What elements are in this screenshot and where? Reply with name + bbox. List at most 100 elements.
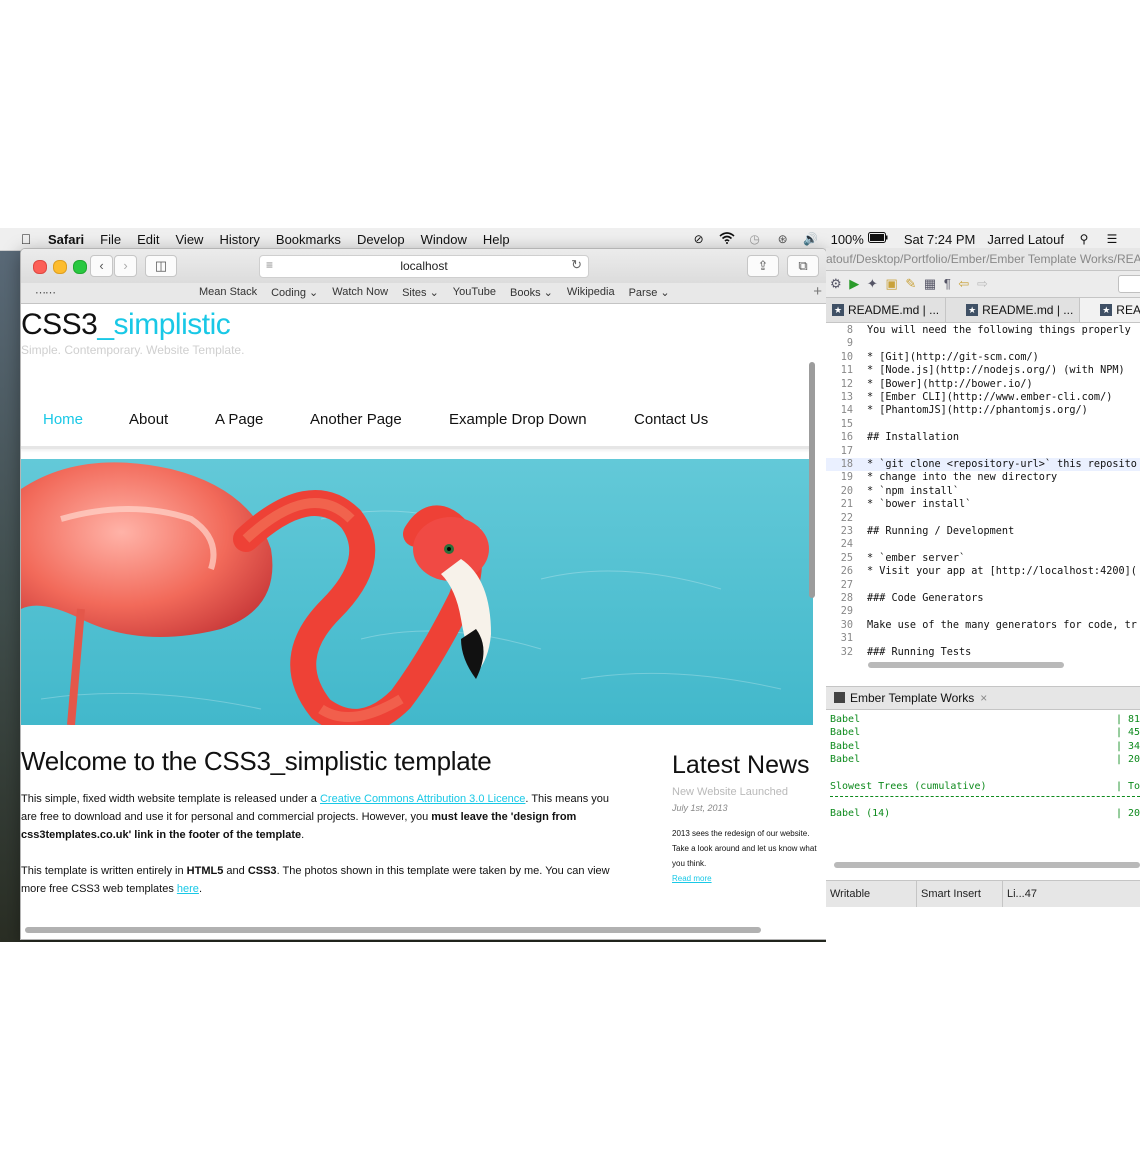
minimize-window-button[interactable]	[53, 260, 67, 274]
editor-horizontal-scrollbar[interactable]	[868, 662, 1064, 668]
menu-window[interactable]: Window	[421, 232, 467, 247]
sidebar-button[interactable]: ◫	[145, 255, 177, 277]
menu-view[interactable]: View	[176, 232, 204, 247]
favorite-sites[interactable]: Sites ⌄	[402, 286, 439, 299]
console-divider	[830, 796, 1140, 797]
toolbar-gear-icon[interactable]: ⚙	[830, 276, 844, 291]
bluetooth-icon[interactable]: ⊛	[775, 232, 791, 246]
editor-tab-1[interactable]: ★ README.md | ...	[826, 298, 947, 322]
nav-another-page[interactable]: Another Page	[310, 411, 402, 428]
tabs-button[interactable]: ⧉	[787, 255, 819, 277]
licence-link[interactable]: Creative Commons Attribution 3.0 Licence	[320, 793, 525, 805]
code-line: 24	[840, 539, 853, 551]
menu-help[interactable]: Help	[483, 232, 510, 247]
web-page: CSS3_simplistic Simple. Contemporary. We…	[21, 304, 817, 939]
console-tab[interactable]: Ember Template Works ×	[826, 686, 1140, 710]
code-line: 26 * Visit your app at [http://localhost:…	[840, 566, 1137, 578]
toolbar-doc-icon[interactable]: ▦	[924, 276, 938, 291]
code-line: 12 * [Bower](http://bower.io/)	[840, 378, 1033, 390]
wifi-icon[interactable]	[719, 232, 735, 246]
favorite-youtube[interactable]: YouTube	[453, 286, 496, 299]
tab-label: README.md | ...	[982, 303, 1074, 317]
code-line: 23 ## Running / Development	[840, 526, 1015, 537]
tab-label: README.md	[1116, 303, 1140, 317]
safari-window: ‹ › ◫ ≡ localhost ↻ ⇪ ⧉ ⋯⋯ Mean Stack Co…	[20, 248, 827, 940]
nav-example-drop-down[interactable]: Example Drop Down	[449, 411, 587, 428]
back-button[interactable]: ‹	[90, 255, 113, 277]
status-line[interactable]: Li...47	[1002, 881, 1037, 907]
new-tab-plus-icon[interactable]: +	[813, 283, 822, 300]
nav-contact-us[interactable]: Contact Us	[634, 411, 708, 428]
apple-menu-icon[interactable]: 	[18, 231, 34, 247]
code-line: 27	[840, 579, 853, 591]
toolbar-search-input[interactable]	[1118, 275, 1140, 293]
status-smart-insert[interactable]: Smart Insert	[916, 881, 981, 907]
console-value: | 34	[1116, 740, 1140, 752]
code-area[interactable]: 8 You will need the following things prop…	[826, 324, 1140, 662]
read-more-link[interactable]: Read more	[672, 874, 712, 883]
menu-file[interactable]: File	[100, 232, 121, 247]
favorite-watch-now[interactable]: Watch Now	[332, 286, 388, 299]
favorite-books[interactable]: Books ⌄	[510, 286, 553, 299]
share-button[interactable]: ⇪	[747, 255, 779, 277]
tab-label: README.md | ...	[848, 303, 940, 317]
code-line: 20 * `npm install`	[840, 485, 960, 497]
desktop-screen:  Safari File Edit View History Bookmark…	[0, 228, 1140, 942]
time-machine-icon[interactable]: ◷	[747, 232, 763, 246]
favorite-wikipedia[interactable]: Wikipedia	[567, 286, 615, 299]
close-window-button[interactable]	[33, 260, 47, 274]
menu-history[interactable]: History	[219, 232, 259, 247]
spotlight-icon[interactable]: ⚲	[1076, 232, 1092, 246]
favorite-coding[interactable]: Coding ⌄	[271, 286, 318, 299]
reload-icon[interactable]: ↻	[571, 257, 582, 273]
code-line: 16 ## Installation	[840, 432, 960, 444]
console-horizontal-scrollbar[interactable]	[834, 862, 1140, 868]
toolbar-pencil-icon[interactable]: ✎	[905, 276, 918, 291]
menu-develop[interactable]: Develop	[357, 232, 405, 247]
toolbar-back-icon[interactable]: ⇦	[958, 276, 971, 291]
toolbar-forward-icon[interactable]: ⇨	[977, 276, 990, 291]
code-line: 8 You will need the following things prop…	[846, 325, 1131, 336]
nav-about[interactable]: About	[129, 411, 168, 428]
nav-home[interactable]: Home	[43, 411, 83, 428]
console-title: Ember Template Works	[850, 691, 975, 705]
editor-tab-3[interactable]: ★README.md	[1080, 298, 1140, 322]
here-link[interactable]: here	[177, 883, 199, 895]
para2-text-a: This template is written entirely in	[21, 865, 187, 877]
horizontal-scrollbar[interactable]	[25, 927, 761, 933]
app-menu[interactable]: Safari	[48, 232, 84, 247]
menu-edit[interactable]: Edit	[137, 232, 159, 247]
toolbar-run-icon[interactable]: ▶	[849, 276, 861, 291]
top-sites-icon[interactable]: ⋯⋯	[35, 286, 56, 299]
toolbar-wand-icon[interactable]: ✦	[867, 276, 880, 291]
battery-percent: 100%	[830, 231, 864, 247]
star-icon: ★	[1100, 304, 1113, 316]
console-value: | 45	[1116, 727, 1140, 739]
vertical-scrollbar[interactable]	[809, 362, 815, 598]
toolbar-pilcrow-icon[interactable]: ¶	[944, 276, 953, 291]
volume-icon[interactable]: 🔊	[803, 232, 819, 246]
code-line-current: 18 * `git clone <repository-url>` this re…	[826, 458, 1140, 472]
menu-bookmarks[interactable]: Bookmarks	[276, 232, 341, 247]
toolbar-folder-icon[interactable]: ▣	[885, 276, 899, 291]
address-text[interactable]: localhost	[260, 259, 588, 273]
notification-center-icon[interactable]: ☰	[1104, 232, 1120, 246]
site-nav: Home About A Page Another Page Example D…	[21, 404, 813, 449]
main-heading: Welcome to the CSS3_simplistic template	[21, 746, 492, 776]
nav-a-page[interactable]: A Page	[215, 411, 263, 428]
close-tab-icon[interactable]: ×	[980, 691, 987, 705]
favorite-mean-stack[interactable]: Mean Stack	[199, 286, 257, 299]
site-slogan: Simple. Contemporary. Website Template.	[21, 343, 245, 357]
code-line: 30 Make use of the many generators for co…	[840, 619, 1137, 631]
forward-button[interactable]: ›	[114, 255, 137, 277]
address-bar[interactable]: ≡ localhost ↻	[259, 255, 589, 278]
do-not-disturb-icon[interactable]: ⊘	[691, 232, 707, 246]
battery-icon[interactable]	[867, 232, 888, 246]
clock[interactable]: Sat 7:24 PM	[904, 232, 976, 247]
zoom-window-button[interactable]	[73, 260, 87, 274]
site-logo[interactable]: CSS3_simplistic	[21, 308, 231, 342]
favorite-parse[interactable]: Parse ⌄	[629, 286, 670, 299]
editor-tabs: ★README.md | ... ★README.md | ... ★READM…	[826, 298, 1140, 323]
editor-tab-2[interactable]: ★ README.md | ...	[946, 298, 1081, 322]
user-name[interactable]: Jarred Latouf	[987, 232, 1064, 247]
